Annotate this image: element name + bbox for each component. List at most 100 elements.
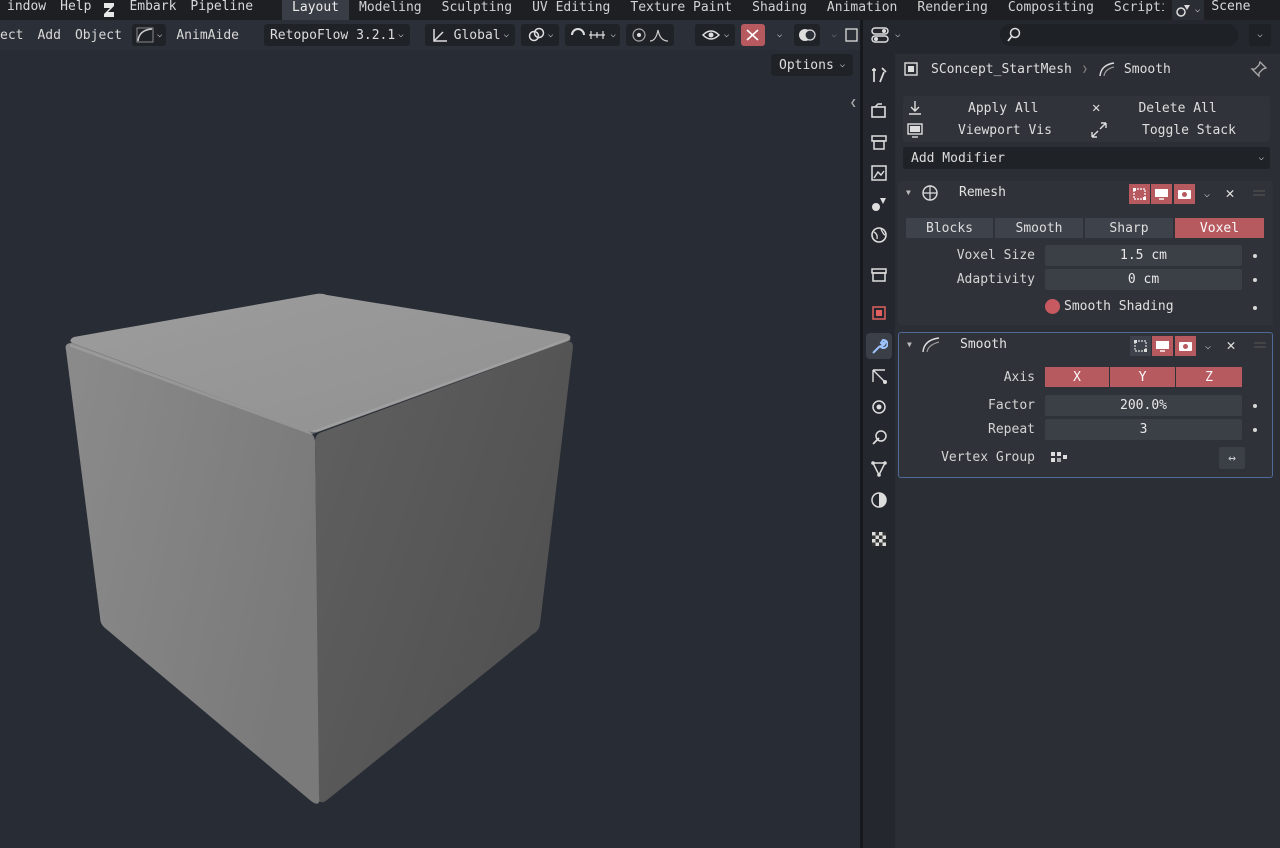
tab-rendering[interactable]: Rendering	[907, 0, 997, 20]
tab-layout[interactable]: Layout	[282, 0, 350, 20]
menu-embark[interactable]: Embark	[122, 0, 183, 20]
apply-all-button[interactable]: Apply All	[906, 97, 1088, 119]
tab-data[interactable]	[866, 456, 892, 482]
modifier-extras-dropdown[interactable]: ⌵	[1198, 336, 1218, 356]
tab-tool[interactable]	[866, 62, 892, 88]
tab-uv-editing[interactable]: UV Editing	[522, 0, 620, 20]
tab-scene[interactable]	[866, 191, 892, 217]
axis-y-toggle[interactable]: Y	[1110, 367, 1175, 387]
overlay-dropdown[interactable]: ⌵	[823, 24, 843, 46]
mode-sharp[interactable]: Sharp	[1085, 218, 1173, 238]
visibility-button[interactable]: ⌵	[694, 24, 736, 46]
repeat-field[interactable]: 3	[1045, 419, 1242, 440]
orientation-dropdown[interactable]: Global ⌵	[424, 24, 516, 46]
viewport-vis-button[interactable]: Viewport Vis	[906, 119, 1088, 141]
editor-type-button[interactable]: ⌵	[870, 24, 904, 46]
render-toggle[interactable]	[1175, 336, 1196, 356]
render-toggle[interactable]	[1174, 184, 1195, 204]
pin-icon[interactable]	[1250, 60, 1268, 78]
keyframe-dot[interactable]	[1253, 278, 1257, 282]
voxel-size-field[interactable]: 1.5 cm	[1045, 245, 1242, 266]
menu-window[interactable]: indow	[0, 0, 53, 20]
overlay-button[interactable]	[793, 24, 820, 46]
axis-z-toggle[interactable]: Z	[1176, 367, 1242, 387]
axis-label: Axis	[1003, 370, 1035, 385]
menu-object[interactable]: Object	[68, 28, 129, 43]
add-modifier-dropdown[interactable]: Add Modifier ⌵	[903, 147, 1270, 169]
keyframe-dot[interactable]	[1253, 306, 1257, 310]
tab-view-layer[interactable]	[866, 160, 892, 186]
keyframe-dot[interactable]	[1253, 254, 1257, 258]
mode-blocks[interactable]: Blocks	[906, 218, 993, 238]
curve-tool-button[interactable]: ⌵	[131, 24, 167, 46]
render-camera-icon	[871, 103, 886, 118]
tab-modeling[interactable]: Modeling	[349, 0, 432, 20]
retopoflow-dropdown[interactable]: RetopoFlow 3.2.1 ⌵	[263, 24, 410, 46]
axis-x-toggle[interactable]: X	[1045, 367, 1109, 387]
voxel-size-label: Voxel Size	[956, 248, 1035, 263]
tab-particles[interactable]	[866, 363, 892, 389]
gizmo-toggle-button[interactable]	[741, 24, 766, 46]
viewport-display-toggle[interactable]	[1152, 336, 1173, 356]
tab-scripting[interactable]: Scripti	[1104, 0, 1164, 20]
smooth-name[interactable]: Smooth	[960, 337, 1007, 352]
proportional-icon	[632, 28, 646, 42]
tab-object[interactable]	[866, 300, 892, 326]
tab-world[interactable]	[866, 222, 892, 248]
invert-vertex-group-button[interactable]: ↔	[1219, 447, 1245, 469]
snap-button[interactable]: ⌵	[565, 24, 620, 46]
menu-pipeline[interactable]: Pipeline	[183, 0, 260, 20]
toggle-stack-button[interactable]: Toggle Stack	[1090, 119, 1270, 141]
mode-smooth[interactable]: Smooth	[995, 218, 1083, 238]
menu-help[interactable]: Help	[53, 0, 98, 20]
properties-search-input[interactable]	[1000, 24, 1238, 46]
tab-physics[interactable]	[866, 394, 892, 420]
tab-shading[interactable]: Shading	[742, 0, 817, 20]
pivot-point-button[interactable]: ⌵	[521, 24, 560, 46]
checkbox-checked[interactable]	[1045, 299, 1060, 314]
properties-options-dropdown[interactable]: ⌵	[1249, 24, 1271, 46]
tab-modifiers[interactable]	[866, 333, 892, 359]
modifier-extras-dropdown[interactable]: ⌵	[1197, 184, 1217, 204]
edit-mode-toggle[interactable]	[1130, 336, 1151, 356]
tab-collection[interactable]	[866, 262, 892, 288]
tab-texture-paint[interactable]: Texture Paint	[620, 0, 742, 20]
smooth-shading-checkbox[interactable]: Smooth Shading	[1045, 299, 1174, 314]
drag-grip-icon[interactable]	[1253, 341, 1267, 349]
tab-render[interactable]	[866, 98, 892, 124]
collapse-caret-icon[interactable]: ▼	[907, 340, 912, 349]
keyframe-dot[interactable]	[1253, 428, 1257, 432]
menu-add[interactable]: Add	[30, 28, 67, 43]
remesh-name[interactable]: Remesh	[959, 185, 1006, 200]
tab-constraints[interactable]	[866, 425, 892, 451]
physics-icon	[872, 400, 886, 414]
toggle-stack-label: Toggle Stack	[1142, 122, 1236, 138]
menu-select[interactable]: ect	[0, 28, 30, 43]
viewport-3d[interactable]	[0, 50, 860, 848]
adaptivity-label: Adaptivity	[956, 272, 1035, 287]
remove-modifier-button[interactable]: ✕	[1221, 183, 1239, 203]
viewport-display-toggle[interactable]	[1151, 184, 1172, 204]
tab-animation[interactable]: Animation	[817, 0, 907, 20]
tab-material[interactable]	[866, 487, 892, 513]
tab-sculpting[interactable]: Sculpting	[432, 0, 522, 20]
drag-grip-icon[interactable]	[1252, 189, 1266, 197]
remove-modifier-button[interactable]: ✕	[1222, 335, 1240, 355]
tab-texture[interactable]	[866, 526, 892, 552]
vertex-group-icon[interactable]	[1049, 450, 1069, 466]
smooth-panel-header[interactable]: ▼ Smooth ⌵ ✕	[899, 333, 1272, 357]
remesh-panel-header[interactable]: ▼ Remesh ⌵ ✕	[898, 181, 1273, 205]
tab-output[interactable]	[866, 129, 892, 155]
collapse-caret-icon[interactable]: ▼	[906, 188, 911, 197]
delete-all-button[interactable]: ✕ Delete All	[1090, 97, 1270, 119]
factor-field[interactable]: 200.0%	[1045, 395, 1242, 416]
edit-mode-toggle[interactable]	[1129, 184, 1150, 204]
tab-compositing[interactable]: Compositing	[998, 0, 1104, 20]
animaide-menu[interactable]: AnimAide	[169, 28, 246, 43]
keyframe-dot[interactable]	[1253, 404, 1257, 408]
mode-voxel[interactable]: Voxel	[1175, 218, 1264, 238]
proportional-edit-button[interactable]	[625, 24, 674, 46]
adaptivity-field[interactable]: 0 cm	[1045, 269, 1242, 290]
gizmo-dropdown[interactable]: ⌵	[768, 24, 788, 46]
scene-selector-button[interactable]: ⌵	[1171, 0, 1205, 20]
